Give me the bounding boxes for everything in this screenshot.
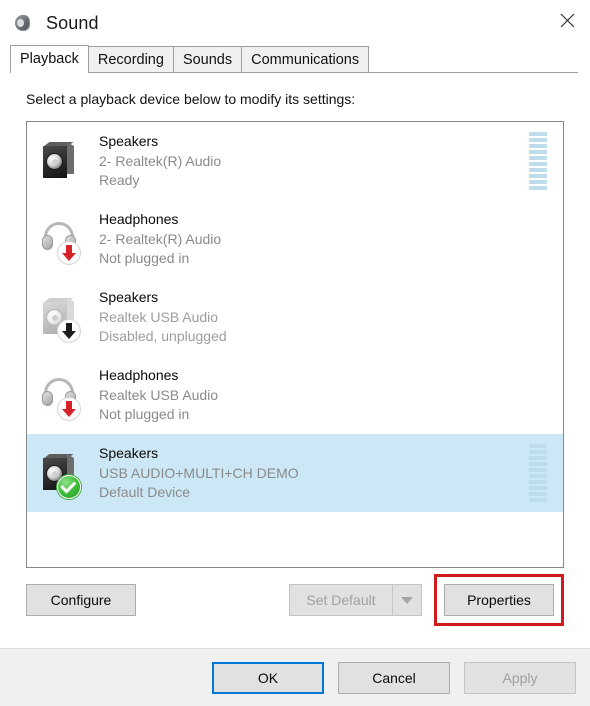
- not-plugged-in-badge-icon: [57, 241, 81, 265]
- device-driver: 2- Realtek(R) Audio: [99, 230, 222, 247]
- device-status: Default Device: [99, 484, 191, 501]
- speaker-icon: [35, 445, 91, 501]
- app-speaker-icon: [12, 12, 34, 34]
- headphones-icon: [35, 211, 91, 267]
- device-driver: USB AUDIO+MULTI+CH DEMO: [99, 464, 299, 481]
- tab-recording[interactable]: Recording: [87, 46, 174, 72]
- device-row-speakers-realtek[interactable]: Speakers 2- Realtek(R) Audio Ready: [27, 122, 563, 200]
- set-default-dropdown-icon[interactable]: [392, 584, 422, 616]
- close-icon[interactable]: [544, 0, 590, 40]
- device-info: Speakers 2- Realtek(R) Audio Ready: [99, 131, 529, 192]
- device-driver: 2- Realtek(R) Audio: [99, 152, 222, 169]
- playback-panel: Select a playback device below to modify…: [10, 73, 578, 626]
- device-info: Speakers Realtek USB Audio Disabled, unp…: [99, 287, 529, 348]
- properties-highlight-box: Properties: [434, 574, 564, 626]
- device-status: Ready: [99, 172, 140, 189]
- device-name: Speakers: [99, 444, 159, 461]
- title-bar: Sound: [0, 0, 590, 46]
- disabled-badge-icon: [57, 319, 81, 343]
- configure-button[interactable]: Configure: [26, 584, 136, 616]
- ok-button[interactable]: OK: [212, 661, 324, 694]
- device-driver: Realtek USB Audio: [99, 386, 219, 403]
- device-driver: Realtek USB Audio: [99, 308, 219, 325]
- apply-button[interactable]: Apply: [464, 661, 576, 694]
- device-info: Speakers USB AUDIO+MULTI+CH DEMO Default…: [99, 443, 529, 504]
- volume-meter: [529, 444, 547, 502]
- action-button-row: Configure Set Default Properties: [26, 574, 564, 626]
- device-name: Speakers: [99, 288, 159, 305]
- cancel-button[interactable]: Cancel: [338, 661, 450, 694]
- volume-meter: [529, 132, 547, 190]
- dialog-footer: OK Cancel Apply: [0, 648, 590, 706]
- headphones-icon: [35, 367, 91, 423]
- default-device-check-icon: [57, 475, 81, 499]
- window-title: Sound: [46, 12, 99, 33]
- device-row-speakers-usb-demo[interactable]: Speakers USB AUDIO+MULTI+CH DEMO Default…: [27, 434, 563, 512]
- device-status: Not plugged in: [99, 250, 190, 267]
- device-name: Speakers: [99, 132, 159, 149]
- tab-communications[interactable]: Communications: [241, 46, 370, 72]
- device-name: Headphones: [99, 210, 179, 227]
- set-default-button[interactable]: Set Default: [289, 584, 393, 616]
- device-row-headphones-usb[interactable]: Headphones Realtek USB Audio Not plugged…: [27, 356, 563, 434]
- properties-button[interactable]: Properties: [444, 584, 554, 616]
- device-info: Headphones Realtek USB Audio Not plugged…: [99, 365, 529, 426]
- tab-sounds[interactable]: Sounds: [172, 46, 243, 72]
- device-info: Headphones 2- Realtek(R) Audio Not plugg…: [99, 209, 529, 270]
- tab-playback[interactable]: Playback: [10, 45, 89, 73]
- not-plugged-in-badge-icon: [57, 397, 81, 421]
- set-default-split-button[interactable]: Set Default: [289, 584, 422, 616]
- speaker-disabled-icon: [35, 289, 91, 345]
- panel-hint: Select a playback device below to modify…: [26, 91, 356, 107]
- device-name: Headphones: [99, 366, 179, 383]
- device-status: Not plugged in: [99, 406, 190, 423]
- speaker-icon: [35, 133, 91, 189]
- device-list[interactable]: Speakers 2- Realtek(R) Audio Ready Headp…: [26, 121, 564, 568]
- device-row-headphones-realtek[interactable]: Headphones 2- Realtek(R) Audio Not plugg…: [27, 200, 563, 278]
- device-status: Disabled, unplugged: [99, 328, 227, 345]
- device-row-speakers-usb-disabled[interactable]: Speakers Realtek USB Audio Disabled, unp…: [27, 278, 563, 356]
- tab-strip: Playback Recording Sounds Communications: [10, 45, 578, 73]
